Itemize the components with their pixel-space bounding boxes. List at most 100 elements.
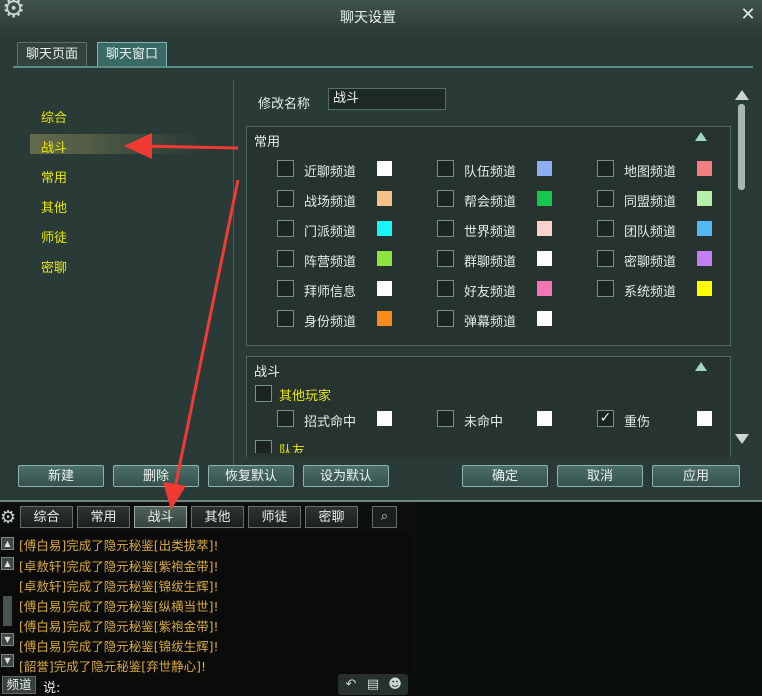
scroll-bottom-icon[interactable]: ▼ [1, 654, 14, 667]
chat-tab-whisper[interactable]: 密聊 [305, 506, 358, 528]
channel-color-swatch[interactable] [377, 251, 392, 266]
chat-message: [韶誉]完成了隐元秘鉴[弃世静心]! [19, 659, 207, 674]
chat-tab-master[interactable]: 师徒 [248, 506, 301, 528]
collapse-common-icon[interactable] [695, 132, 707, 141]
scrollbar-thumb[interactable] [738, 104, 745, 190]
channel-label: 弹幕频道 [464, 315, 517, 330]
channel-checkbox[interactable] [277, 280, 294, 297]
battle-item-color-swatch[interactable] [537, 411, 552, 426]
message-icon[interactable]: ▤ [364, 676, 382, 694]
apply-button[interactable]: 应用 [652, 465, 740, 487]
chat-scrollbar-thumb[interactable] [3, 596, 12, 626]
scroll-up-arrow[interactable] [735, 90, 749, 100]
emoji-icon[interactable]: ☻ [386, 676, 404, 694]
close-icon[interactable]: ✕ [738, 5, 758, 25]
channel-label: 帮会频道 [464, 195, 517, 210]
channel-label: 阵营频道 [304, 255, 357, 270]
channel-checkbox[interactable] [437, 250, 454, 267]
channel-color-swatch[interactable] [537, 311, 552, 326]
common-group-title: 常用 [254, 135, 281, 150]
chat-tab-common[interactable]: 常用 [77, 506, 130, 528]
other-players-checkbox[interactable] [255, 385, 272, 402]
channel-label: 世界频道 [464, 225, 517, 240]
channel-checkbox[interactable] [597, 280, 614, 297]
new-button[interactable]: 新建 [18, 465, 104, 487]
gear-icon[interactable]: ⚙ [0, 508, 16, 528]
scroll-up-icon[interactable]: ▲ [1, 557, 14, 570]
sidebar-item-whisper[interactable]: 密聊 [41, 257, 67, 276]
channel-label: 地图频道 [624, 165, 677, 180]
battle-item-checkbox[interactable] [277, 410, 294, 427]
chat-message: [傅白易]完成了隐元秘鉴[锦绂生辉]! [19, 639, 219, 654]
channel-label: 同盟频道 [624, 195, 677, 210]
sidebar-item-other[interactable]: 其他 [41, 197, 67, 216]
scroll-top-icon[interactable]: ▲ [1, 537, 14, 550]
channel-color-swatch[interactable] [537, 251, 552, 266]
channel-checkbox[interactable] [597, 220, 614, 237]
channel-color-swatch[interactable] [697, 251, 712, 266]
channel-checkbox[interactable] [437, 310, 454, 327]
tab-chat-page[interactable]: 聊天页面 [17, 42, 88, 68]
channel-color-swatch[interactable] [377, 161, 392, 176]
channel-color-swatch[interactable] [537, 191, 552, 206]
channel-checkbox[interactable] [597, 250, 614, 267]
say-label: 说: [43, 681, 61, 696]
tab-chat-window[interactable]: 聊天窗口 [97, 42, 168, 68]
channel-color-swatch[interactable] [377, 281, 392, 296]
ok-button[interactable]: 确定 [462, 465, 548, 487]
channel-checkbox[interactable] [277, 250, 294, 267]
channel-color-swatch[interactable] [697, 281, 712, 296]
channel-label: 战场频道 [304, 195, 357, 210]
rename-label: 修改名称 [258, 97, 311, 112]
channel-checkbox[interactable] [437, 280, 454, 297]
channel-color-swatch[interactable] [377, 221, 392, 236]
chat-tab-general[interactable]: 综合 [20, 506, 73, 528]
sidebar-item-master[interactable]: 师徒 [41, 227, 67, 246]
channel-checkbox[interactable] [437, 160, 454, 177]
channel-color-swatch[interactable] [377, 191, 392, 206]
gear-icon: ⚙ [2, 0, 26, 24]
collapse-battle-icon[interactable] [695, 362, 707, 371]
channel-color-swatch[interactable] [537, 221, 552, 236]
sidebar-item-common[interactable]: 常用 [41, 167, 67, 186]
search-icon[interactable]: ⌕ [372, 506, 397, 528]
channel-color-swatch[interactable] [697, 221, 712, 236]
team-label: 队友 [279, 444, 306, 453]
battle-item-checkbox[interactable] [437, 410, 454, 427]
battle-item-checkbox[interactable]: ✓ [597, 410, 614, 427]
channel-button[interactable]: 频道 [2, 676, 36, 694]
channel-checkbox[interactable] [277, 160, 294, 177]
channel-checkbox[interactable] [277, 190, 294, 207]
set-default-button[interactable]: 设为默认 [303, 465, 389, 487]
chat-tab-other[interactable]: 其他 [191, 506, 244, 528]
channel-checkbox[interactable] [597, 160, 614, 177]
scroll-down-arrow[interactable] [735, 434, 749, 444]
scroll-down-icon[interactable]: ▼ [1, 633, 14, 646]
team-checkbox[interactable] [255, 440, 272, 453]
channel-checkbox[interactable] [437, 190, 454, 207]
channel-checkbox[interactable] [277, 310, 294, 327]
channel-color-swatch[interactable] [697, 191, 712, 206]
rename-input[interactable]: 战斗 [328, 88, 446, 110]
chat-message: [傅白易]完成了隐元秘鉴[纵横当世]! [19, 599, 219, 614]
sidebar-item-battle[interactable]: 战斗 [41, 137, 67, 156]
channel-color-swatch[interactable] [537, 161, 552, 176]
delete-button[interactable]: 删除 [113, 465, 199, 487]
other-players-label: 其他玩家 [279, 389, 332, 404]
channel-label: 队伍频道 [464, 165, 517, 180]
channel-checkbox[interactable] [597, 190, 614, 207]
battle-channel-group [246, 356, 731, 457]
channel-color-swatch[interactable] [377, 311, 392, 326]
channel-checkbox[interactable] [277, 220, 294, 237]
channel-color-swatch[interactable] [697, 161, 712, 176]
channel-checkbox[interactable] [437, 220, 454, 237]
chat-tab-battle[interactable]: 战斗 [134, 506, 187, 528]
battle-item-color-swatch[interactable] [697, 411, 712, 426]
channel-color-swatch[interactable] [537, 281, 552, 296]
restore-default-button[interactable]: 恢复默认 [208, 465, 294, 487]
cancel-button[interactable]: 取消 [557, 465, 643, 487]
undo-icon[interactable]: ↶ [342, 676, 360, 694]
battle-item-color-swatch[interactable] [377, 411, 392, 426]
sidebar-item-general[interactable]: 综合 [41, 107, 67, 126]
battle-item-label: 招式命中 [304, 415, 357, 430]
